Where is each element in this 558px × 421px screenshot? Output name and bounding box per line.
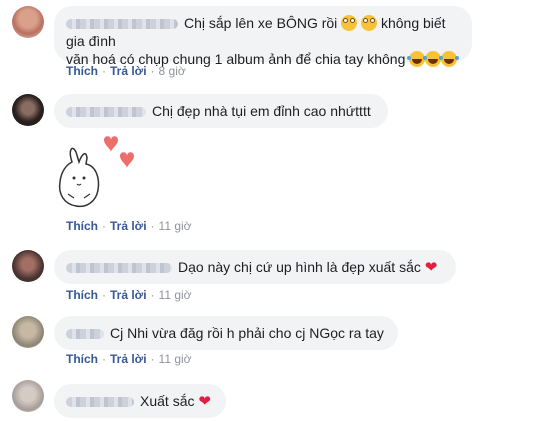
comment-bubble: Dạo này chị cứ up hình là đẹp xuất sắc ❤ [54, 250, 456, 284]
like-button[interactable]: Thích [66, 288, 98, 302]
avatar[interactable] [12, 6, 44, 38]
comment-text: Cj Nhi vừa đăg rồi h phải cho cj NGọc ra… [110, 325, 384, 341]
comment-actions: Thích · Trả lời · 11 giờ [66, 219, 192, 233]
separator-dot: · [150, 352, 155, 366]
laughing-tears-icon [439, 51, 458, 67]
comment-bubble: Cj Nhi vừa đăg rồi h phải cho cj NGọc ra… [54, 316, 398, 350]
comment-bubble: Chị đẹp nhà tụi em đỉnh cao nhứtttt [54, 94, 388, 128]
heart-icon [120, 152, 134, 168]
heart-icon [104, 136, 118, 152]
comment-actions: Thích · Trả lời · 11 giờ [66, 352, 192, 366]
avatar[interactable] [12, 316, 44, 348]
reply-button[interactable]: Trả lời [110, 352, 147, 366]
separator-dot: · [150, 288, 155, 302]
commenter-name-redacted[interactable] [66, 19, 178, 30]
comment-text: Dạo này chị cứ up hình là đẹp xuất sắc [178, 259, 421, 275]
commenter-name-redacted[interactable] [66, 107, 146, 118]
like-button[interactable]: Thích [66, 219, 98, 233]
timestamp[interactable]: 8 giờ [159, 64, 186, 78]
comment-text: Chị sắp lên xe BÔNG rồi [184, 15, 338, 31]
separator-dot: · [150, 219, 155, 233]
avatar[interactable] [12, 94, 44, 126]
bunny-body [58, 147, 100, 208]
timestamp[interactable]: 11 giờ [159, 288, 192, 302]
reply-button[interactable]: Trả lời [110, 219, 147, 233]
face-with-rolling-eyes-icon [341, 15, 358, 31]
heart-icon: ❤ [198, 393, 211, 410]
separator-dot: · [102, 64, 106, 78]
separator-dot: · [102, 352, 106, 366]
comment-text: Chị đẹp nhà tụi em đỉnh cao nhứtttt [152, 103, 371, 119]
timestamp[interactable]: 11 giờ [159, 219, 192, 233]
comment-actions: Thích · Trả lời · 8 giờ [66, 64, 186, 78]
comment-text: Xuất sắc [140, 393, 195, 409]
commenter-name-redacted[interactable] [66, 397, 134, 408]
reply-button[interactable]: Trả lời [110, 64, 147, 78]
timestamp[interactable]: 11 giờ [159, 352, 192, 366]
face-with-rolling-eyes-icon [361, 15, 378, 31]
commenter-name-redacted[interactable] [66, 329, 104, 340]
bunny-hearts-sticker [58, 136, 134, 208]
separator-dot: · [150, 64, 155, 78]
reply-button[interactable]: Trả lời [110, 288, 147, 302]
comment-bubble: Xuất sắc ❤ [54, 384, 226, 418]
heart-icon: ❤ [424, 259, 438, 276]
comment-bubble: Chị sắp lên xe BÔNG rồi không biết gia đ… [54, 6, 472, 67]
separator-dot: · [102, 219, 106, 233]
commenter-name-redacted[interactable] [66, 263, 172, 274]
like-button[interactable]: Thích [66, 352, 98, 366]
avatar[interactable] [12, 380, 44, 412]
like-button[interactable]: Thích [66, 64, 98, 78]
avatar[interactable] [12, 250, 44, 282]
comment-actions: Thích · Trả lời · 11 giờ [66, 288, 192, 302]
separator-dot: · [102, 288, 106, 302]
